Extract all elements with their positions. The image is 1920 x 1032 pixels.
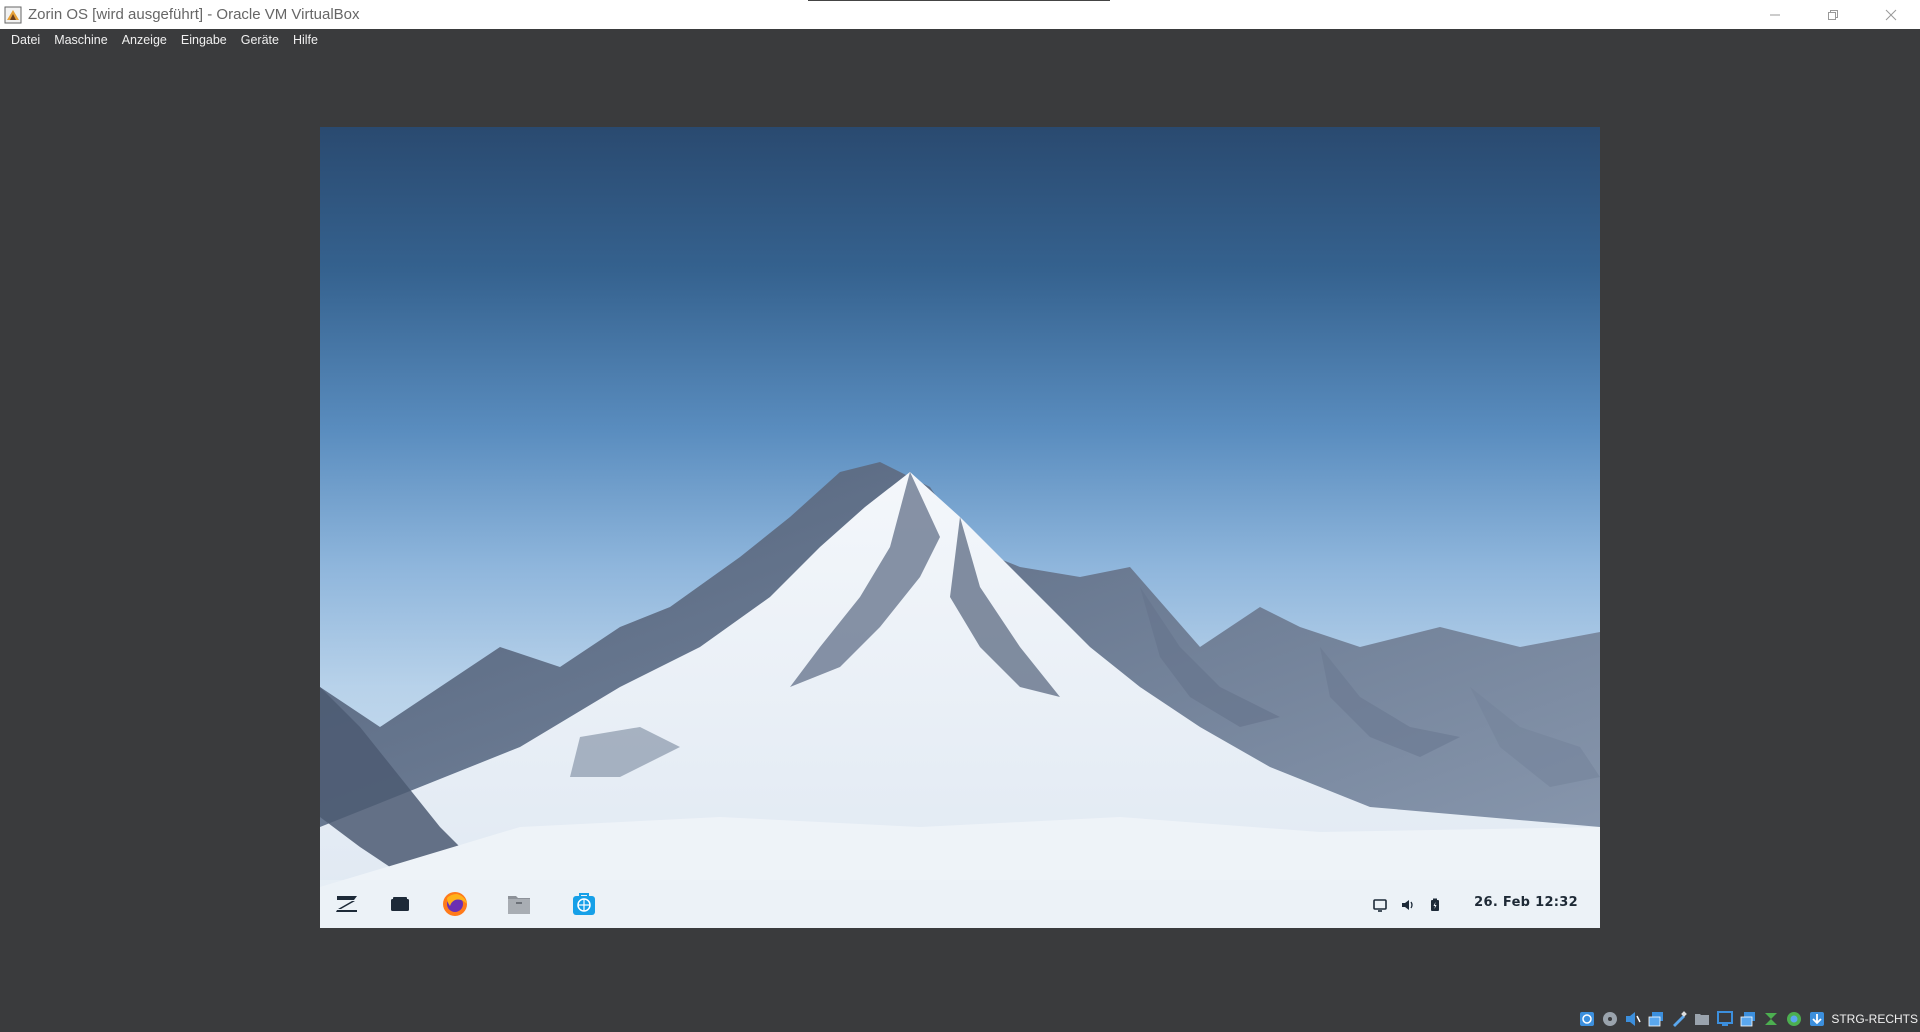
battery-tray-button[interactable]: [1426, 896, 1444, 914]
guest-taskbar: 26. Feb 12:32: [320, 880, 1600, 928]
software-store-button[interactable]: [567, 888, 601, 920]
display-tray-button[interactable]: [1371, 896, 1389, 914]
close-icon: [1885, 9, 1897, 20]
keyboard-capture-icon[interactable]: [1807, 1009, 1827, 1029]
network-icon[interactable]: [1646, 1009, 1666, 1029]
menu-geraete[interactable]: Geräte: [234, 31, 286, 49]
files-icon: [508, 896, 530, 914]
window-controls: [1746, 0, 1920, 29]
video-capture-icon[interactable]: [1738, 1009, 1758, 1029]
display-icon[interactable]: [1715, 1009, 1735, 1029]
cpu-icon[interactable]: [1784, 1009, 1804, 1029]
hard-disk-icon[interactable]: [1577, 1009, 1597, 1029]
clock[interactable]: 26. Feb 12:32: [1474, 895, 1578, 910]
restore-button[interactable]: [1804, 0, 1862, 29]
menu-hilfe[interactable]: Hilfe: [286, 31, 325, 49]
restore-icon: [1828, 9, 1838, 20]
software-store-icon: [573, 893, 595, 915]
zorin-menu-icon: [336, 896, 357, 912]
title-divider: [808, 0, 1110, 1]
audio-icon[interactable]: [1623, 1009, 1643, 1029]
mouse-integration-icon[interactable]: [1761, 1009, 1781, 1029]
usb-icon[interactable]: [1669, 1009, 1689, 1029]
volume-icon: [1402, 900, 1413, 910]
menu-maschine[interactable]: Maschine: [47, 31, 115, 49]
minimize-icon: [1770, 14, 1780, 15]
vm-statusbar: STRG-RECHTS: [1574, 1006, 1920, 1032]
volume-tray-button[interactable]: [1399, 896, 1417, 914]
window-titlebar[interactable]: Zorin OS [wird ausgeführt] - Oracle VM V…: [0, 0, 1920, 29]
window-title: Zorin OS [wird ausgeführt] - Oracle VM V…: [28, 6, 360, 23]
desktop-icon: [391, 897, 409, 911]
host-key-label: STRG-RECHTS: [1831, 1012, 1918, 1026]
mountain-wallpaper: [320, 462, 1600, 928]
show-desktop-button[interactable]: [383, 888, 417, 920]
display-icon: [1373, 899, 1387, 912]
menu-datei[interactable]: Datei: [4, 31, 47, 49]
optical-drive-icon[interactable]: [1600, 1009, 1620, 1029]
files-button[interactable]: [502, 888, 536, 920]
firefox-icon: [443, 892, 467, 916]
firefox-button[interactable]: [438, 888, 472, 920]
menubar: Datei Maschine Anzeige Eingabe Geräte Hi…: [0, 29, 1920, 50]
zorin-menu-button[interactable]: [330, 888, 364, 920]
minimize-button[interactable]: [1746, 0, 1804, 29]
menu-anzeige[interactable]: Anzeige: [115, 31, 174, 49]
close-button[interactable]: [1862, 0, 1920, 29]
shared-folders-icon[interactable]: [1692, 1009, 1712, 1029]
virtualbox-icon: [3, 5, 23, 25]
battery-icon: [1431, 898, 1439, 911]
menu-eingabe[interactable]: Eingabe: [174, 31, 234, 49]
guest-screen[interactable]: 26. Feb 12:32: [320, 127, 1600, 928]
